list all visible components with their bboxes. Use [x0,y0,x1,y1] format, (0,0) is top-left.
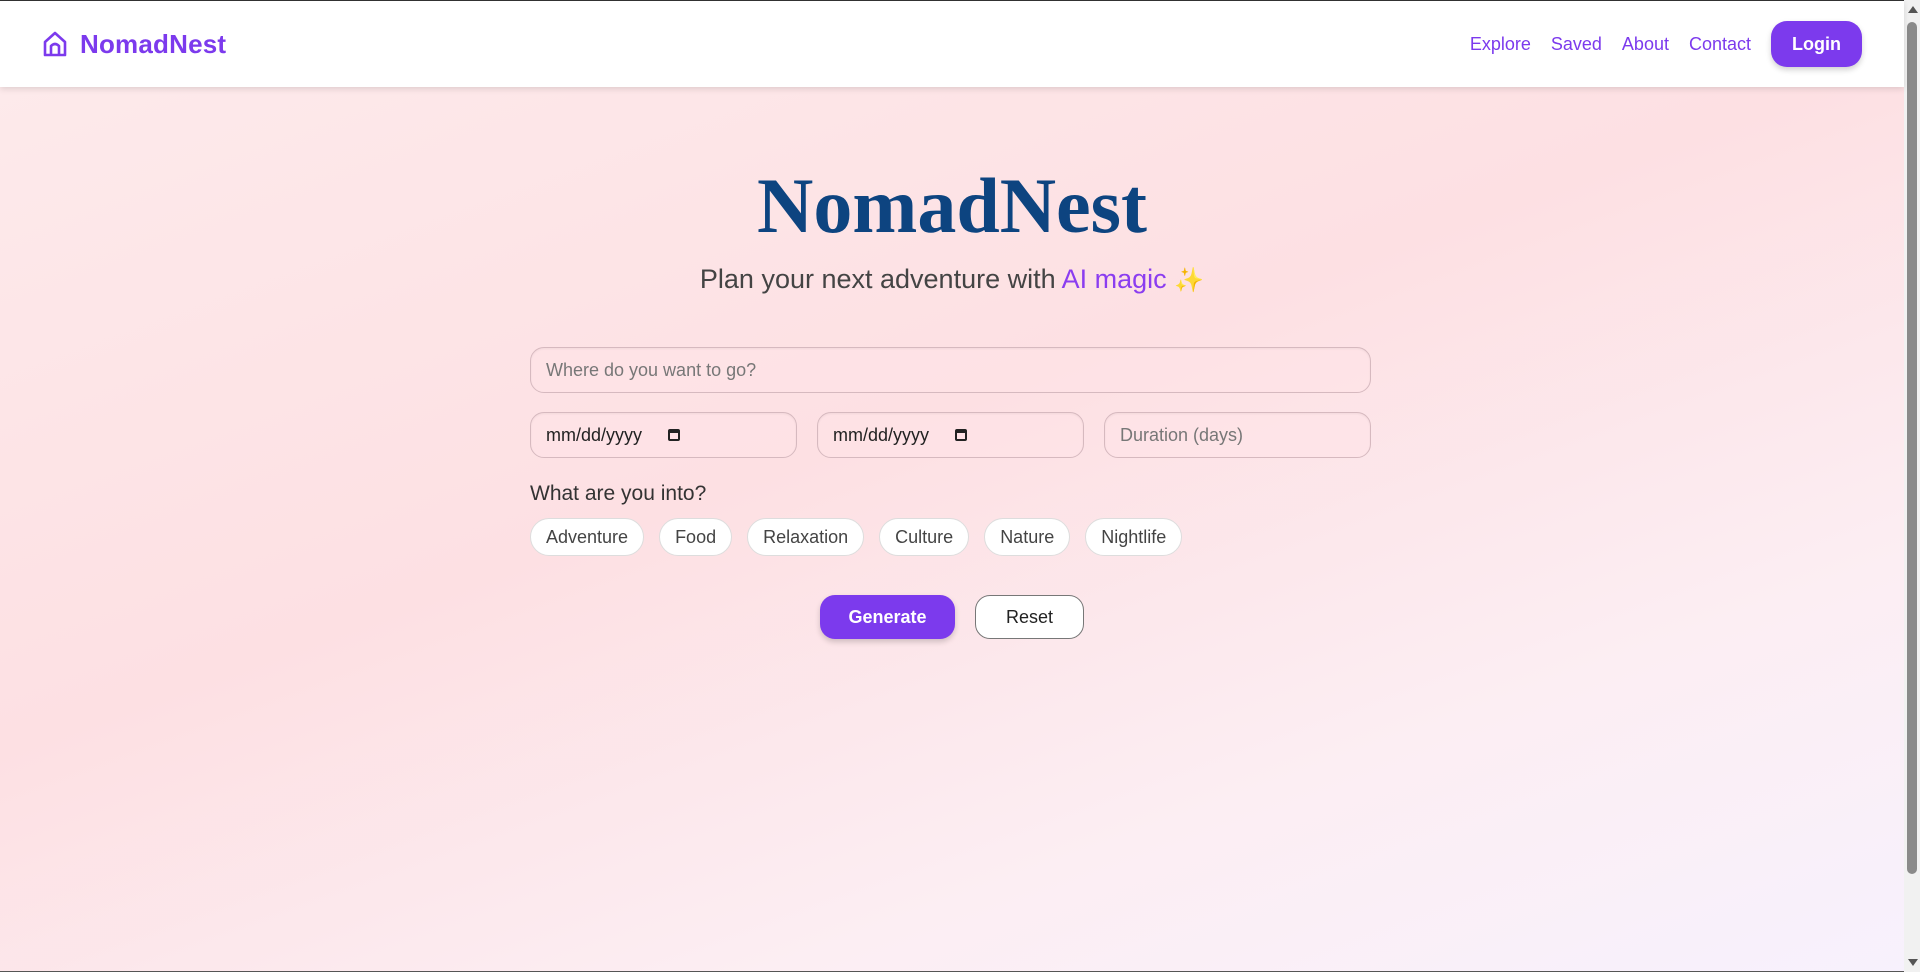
chip-culture[interactable]: Culture [879,518,970,556]
brand-logo[interactable]: NomadNest [42,29,226,60]
end-date-placeholder: mm/dd/yyyy [833,424,930,445]
hero-subtitle: Plan your next adventure with AI magic ✨ [0,262,1904,298]
chip-food[interactable]: Food [659,518,733,556]
calendar-icon[interactable] [668,429,681,441]
chip-relaxation[interactable]: Relaxation [747,518,865,556]
nav-links: Explore Saved About Contact Login [1450,21,1862,67]
home-icon [43,31,67,57]
chip-adventure[interactable]: Adventure [530,518,645,556]
vertical-scrollbar[interactable] [1904,0,1920,972]
interests-label: What are you into? [530,482,707,505]
start-date-input[interactable]: mm/dd/yyyy [530,412,797,458]
hero-title: NomadNest [757,162,1147,249]
end-date-input[interactable]: mm/dd/yyyy [817,412,1084,458]
dates-row: mm/dd/yyyy mm/dd/yyyy [530,412,1371,458]
sparkle-icon: ✨ [1174,267,1205,294]
top-navbar: NomadNest Explore Saved About Contact Lo… [0,1,1904,87]
chip-nature[interactable]: Nature [984,518,1071,556]
nav-link-saved[interactable]: Saved [1551,34,1602,55]
start-date-placeholder: mm/dd/yyyy [546,424,643,445]
chip-nightlife[interactable]: Nightlife [1085,518,1183,556]
hero-subtitle-accent: AI magic [1061,264,1167,294]
generate-button[interactable]: Generate [820,595,955,639]
nav-link-contact[interactable]: Contact [1689,34,1751,55]
scrollbar-thumb[interactable] [1907,22,1917,874]
nav-link-explore[interactable]: Explore [1470,34,1531,55]
login-button[interactable]: Login [1771,21,1862,67]
reset-button[interactable]: Reset [975,595,1084,639]
interest-chips: Adventure Food Relaxation Culture Nature… [530,518,1371,556]
trip-form: mm/dd/yyyy mm/dd/yyyy What are you into?… [530,347,1371,556]
calendar-icon[interactable] [955,429,968,441]
duration-input[interactable] [1104,412,1371,458]
destination-input[interactable] [530,347,1371,393]
scroll-up-arrow-icon[interactable] [1908,6,1918,13]
scroll-down-arrow-icon[interactable] [1908,959,1918,966]
form-actions: Generate Reset [0,595,1904,639]
brand-name: NomadNest [80,28,227,59]
hero-subtitle-prefix: Plan your next adventure with [699,264,1062,294]
nav-link-about[interactable]: About [1622,34,1669,55]
